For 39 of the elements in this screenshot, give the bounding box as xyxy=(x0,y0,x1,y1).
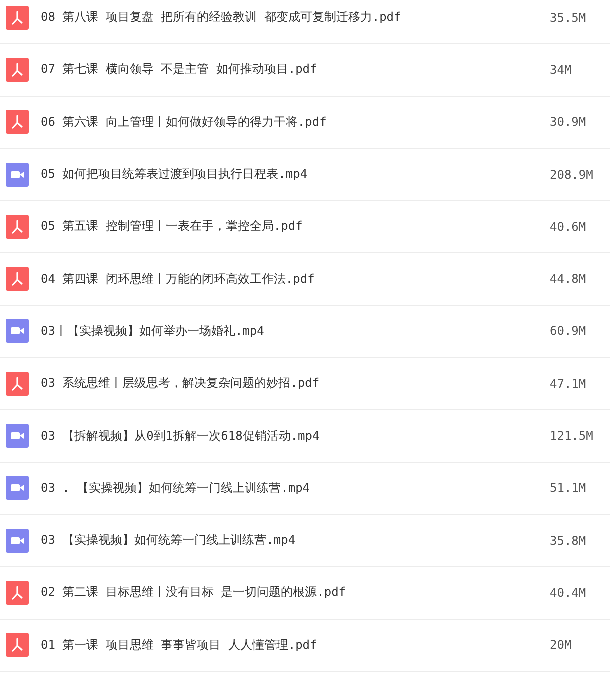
pdf-file-icon xyxy=(6,633,29,658)
file-size: 60.9M xyxy=(550,324,588,338)
file-name[interactable]: 06 第六课 向上管理丨如何做好领导的得力干将.pdf xyxy=(41,114,550,131)
pdf-file-icon xyxy=(6,267,29,292)
file-name[interactable]: 05 如何把项目统筹表过渡到项目执行日程表.mp4 xyxy=(41,166,550,184)
file-name[interactable]: 03丨【实操视频】如何举办一场婚礼.mp4 xyxy=(41,322,550,340)
file-size: 40.4M xyxy=(550,586,588,600)
video-camera-icon xyxy=(6,424,29,448)
file-name[interactable]: 03 系统思维丨层级思考，解决复杂问题的妙招.pdf xyxy=(41,375,550,392)
file-size: 40.6M xyxy=(550,220,588,234)
file-name[interactable]: 02 第二课 目标思维丨没有目标 是一切问题的根源.pdf xyxy=(41,584,550,602)
video-camera-icon xyxy=(6,476,29,500)
pdf-file-icon xyxy=(6,580,29,605)
file-size: 30.9M xyxy=(550,115,588,130)
file-name[interactable]: 07 第七课 横向领导 不是主管 如何推动项目.pdf xyxy=(41,61,550,78)
file-size: 44.8M xyxy=(550,272,588,286)
file-size: 121.5M xyxy=(550,429,594,444)
video-camera-icon xyxy=(6,528,29,553)
video-camera-icon xyxy=(6,319,29,344)
file-name[interactable]: 03 【拆解视频】从0到1拆解一次618促销活动.mp4 xyxy=(41,428,550,445)
pdf-file-icon xyxy=(6,6,29,30)
file-size: 47.1M xyxy=(550,376,588,391)
file-name[interactable]: 01 第一课 项目思维 事事皆项目 人人懂管理.pdf xyxy=(41,636,550,654)
file-size: 34M xyxy=(550,62,573,77)
file-size: 35.8M xyxy=(550,534,588,548)
file-size: 20M xyxy=(550,638,573,652)
file-name[interactable]: 05 第五课 控制管理丨一表在手，掌控全局.pdf xyxy=(41,218,550,236)
file-size: 51.1M xyxy=(550,481,588,496)
file-size: 208.9M xyxy=(550,168,594,182)
file-size: 35.5M xyxy=(550,10,588,25)
file-name[interactable]: 03 . 【实操视频】如何统筹一门线上训练营.mp4 xyxy=(41,480,550,497)
video-camera-icon xyxy=(6,162,29,187)
pdf-file-icon xyxy=(6,214,29,239)
file-name[interactable]: 04 第四课 闭环思维丨万能的闭环高效工作法.pdf xyxy=(41,270,550,288)
pdf-file-icon xyxy=(6,58,29,82)
file-name[interactable]: 08 第八课 项目复盘 把所有的经验教训 都变成可复制迁移力.pdf xyxy=(41,9,550,26)
file-name[interactable]: 03 【实操视频】如何统筹一门线上训练营.mp4 xyxy=(41,532,550,550)
pdf-file-icon xyxy=(6,372,29,396)
pdf-file-icon xyxy=(6,110,29,134)
